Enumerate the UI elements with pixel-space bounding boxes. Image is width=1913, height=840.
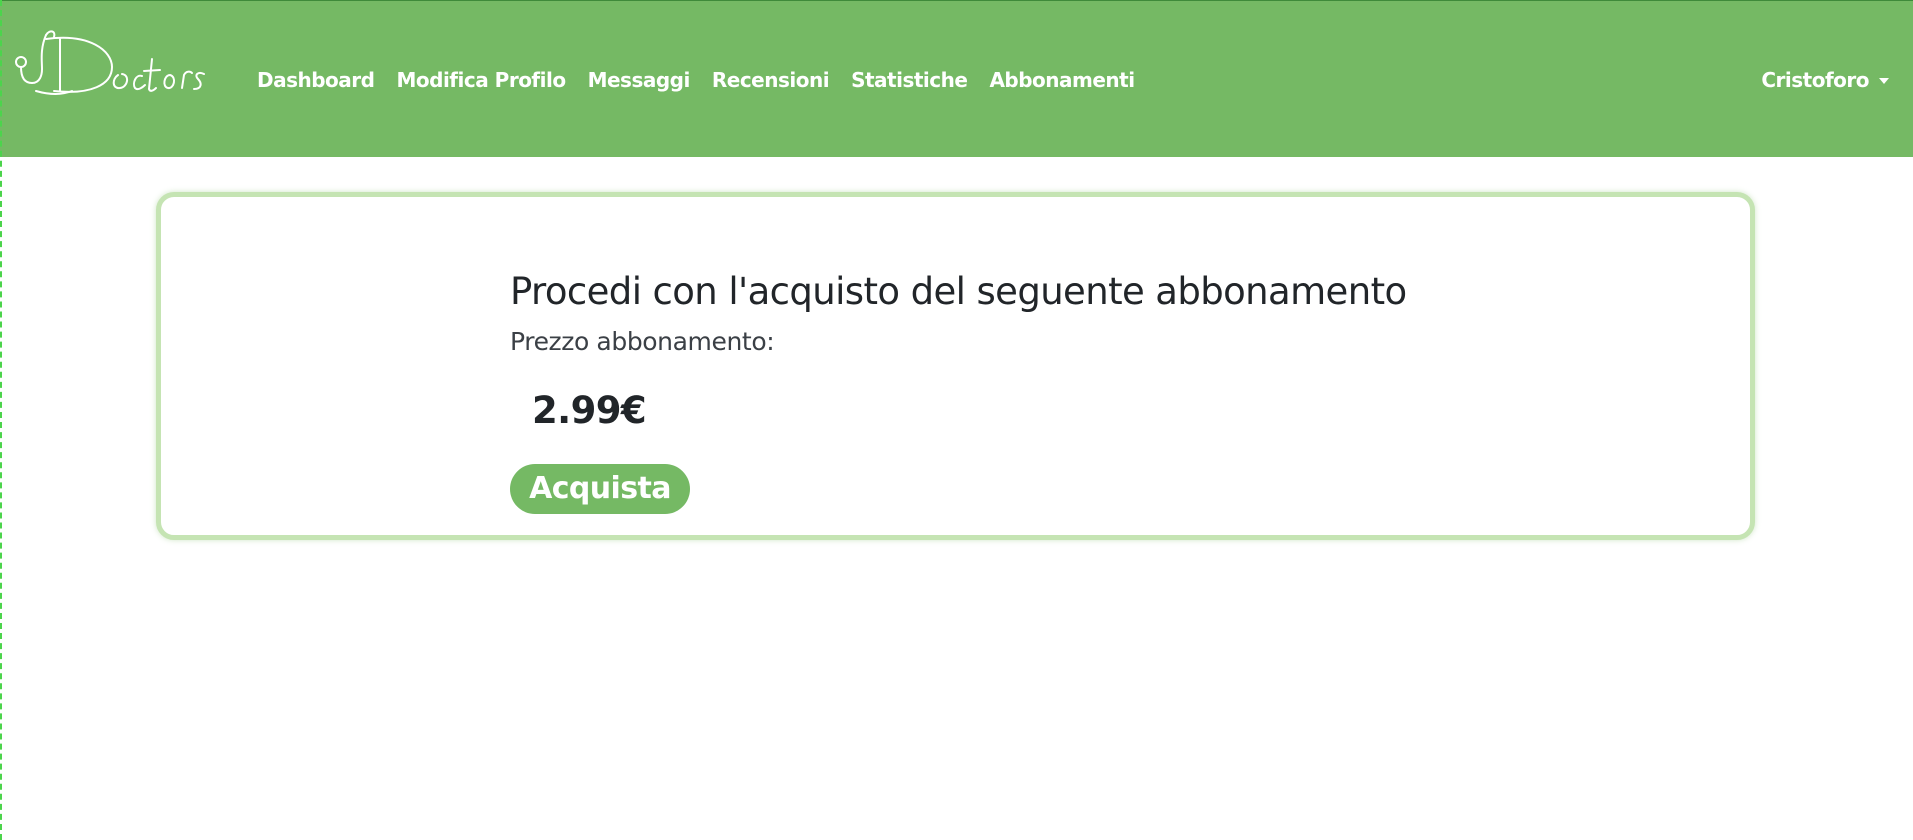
user-dropdown-toggle[interactable]: Cristoforo (1761, 65, 1889, 95)
purchase-card: Procedi con l'acquisto del seguente abbo… (156, 192, 1755, 540)
nav-link-messaggi[interactable]: Messaggi (588, 65, 691, 95)
price-label: Prezzo abbonamento: (510, 327, 775, 356)
caret-down-icon (1879, 78, 1889, 84)
user-name: Cristoforo (1761, 68, 1869, 92)
nav-link-modifica-profilo[interactable]: Modifica Profilo (396, 65, 566, 95)
stethoscope-logo-icon (15, 30, 205, 95)
nav-link-abbonamenti[interactable]: Abbonamenti (989, 65, 1135, 95)
top-navbar: Dashboard Modifica Profilo Messaggi Rece… (0, 0, 1913, 157)
nav-link-dashboard[interactable]: Dashboard (257, 65, 375, 95)
price-value: 2.99€ (532, 389, 647, 432)
purchase-card-content: Procedi con l'acquisto del seguente abbo… (510, 270, 1407, 514)
brand-logo[interactable] (10, 25, 206, 103)
main-nav: Dashboard Modifica Profilo Messaggi Rece… (257, 65, 1157, 95)
purchase-title: Procedi con l'acquisto del seguente abbo… (510, 270, 1407, 313)
page-edge-guide (0, 0, 3, 840)
buy-button[interactable]: Acquista (510, 464, 690, 514)
nav-link-recensioni[interactable]: Recensioni (712, 65, 830, 95)
nav-link-statistiche[interactable]: Statistiche (851, 65, 968, 95)
